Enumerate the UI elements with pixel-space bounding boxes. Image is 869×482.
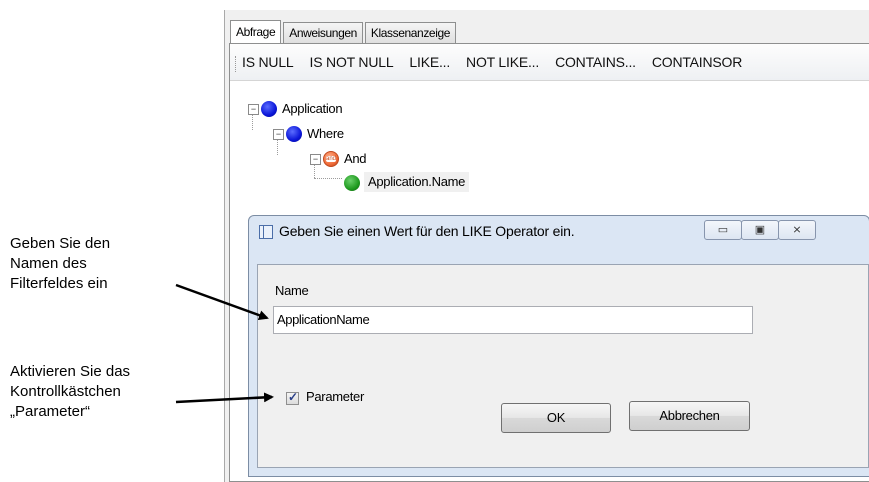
dialog-body: Name ApplicationName Parameter OK Abbrec…	[257, 264, 869, 468]
annotation-filter-name: Geben Sie den Namen des Filterfeldes ein	[10, 234, 110, 294]
annotation-line: Filterfeldes ein	[10, 275, 108, 292]
blue-node-icon	[286, 126, 302, 142]
annotation-line: Geben Sie den	[10, 235, 111, 252]
toolbar-like-button[interactable]: LIKE...	[409, 54, 450, 70]
toolbar-is-not-null-button[interactable]: IS NOT NULL	[310, 54, 394, 70]
annotation-line: Namen des	[10, 255, 87, 272]
annotation-parameter: Aktivieren Sie das Kontrollkästchen „Par…	[10, 362, 130, 422]
tab-abfrage[interactable]: Abfrage	[230, 20, 282, 45]
dialog-window-icon	[259, 225, 273, 239]
blue-node-icon	[261, 101, 277, 117]
toolbar-is-null-button[interactable]: IS NULL	[242, 54, 294, 70]
tree-line	[314, 178, 342, 179]
tree-line	[252, 114, 253, 130]
ok-button[interactable]: OK	[501, 403, 611, 433]
tree-node-application-name[interactable]: Application.Name	[364, 172, 470, 192]
tree-node-application[interactable]: Application	[282, 99, 343, 119]
dialog-title: Geben Sie einen Wert für den LIKE Operat…	[279, 223, 575, 239]
annotation-line: Kontrollkästchen	[10, 383, 121, 400]
tree-node-where[interactable]: Where	[307, 124, 344, 144]
name-input[interactable]: ApplicationName	[273, 306, 753, 334]
close-icon[interactable]: ⨯	[778, 220, 816, 240]
and-operator-icon: and	[323, 151, 339, 167]
tree-node-and[interactable]: And	[344, 149, 367, 169]
annotation-line: Aktivieren Sie das	[10, 363, 131, 380]
green-node-icon	[344, 175, 360, 191]
name-label: Name	[275, 283, 309, 298]
tree-line	[314, 164, 315, 178]
operator-toolbar: IS NULL IS NOT NULL LIKE... NOT LIKE... …	[230, 44, 869, 81]
collapse-toggle-icon[interactable]: −	[273, 129, 284, 140]
tab-strip: Abfrage Anweisungen Klassenanzeige	[230, 20, 458, 45]
collapse-toggle-icon[interactable]: −	[248, 104, 259, 115]
toolbar-grip[interactable]	[235, 56, 238, 72]
parameter-checkbox[interactable]	[286, 390, 299, 405]
toolbar-containsor-button[interactable]: CONTAINSOR	[652, 54, 743, 70]
tab-anweisungen[interactable]: Anweisungen	[283, 22, 363, 44]
toolbar-not-like-button[interactable]: NOT LIKE...	[466, 54, 539, 70]
collapse-toggle-icon[interactable]: −	[310, 154, 321, 165]
tree-line	[277, 139, 278, 155]
cancel-button[interactable]: Abbrechen	[629, 401, 750, 431]
and-operator-icon-label: and	[326, 156, 337, 162]
annotation-line: „Parameter“	[10, 403, 91, 420]
tab-klassenanzeige[interactable]: Klassenanzeige	[364, 22, 457, 44]
maximize-icon[interactable]: ▣	[741, 220, 779, 240]
dialog-titlebar[interactable]: Geben Sie einen Wert für den LIKE Operat…	[249, 216, 869, 246]
toolbar-contains-button[interactable]: CONTAINS...	[555, 54, 636, 70]
like-operator-dialog: Geben Sie einen Wert für den LIKE Operat…	[248, 215, 869, 477]
minimize-icon[interactable]: ▭	[704, 220, 742, 240]
parameter-label[interactable]: Parameter	[306, 389, 364, 404]
